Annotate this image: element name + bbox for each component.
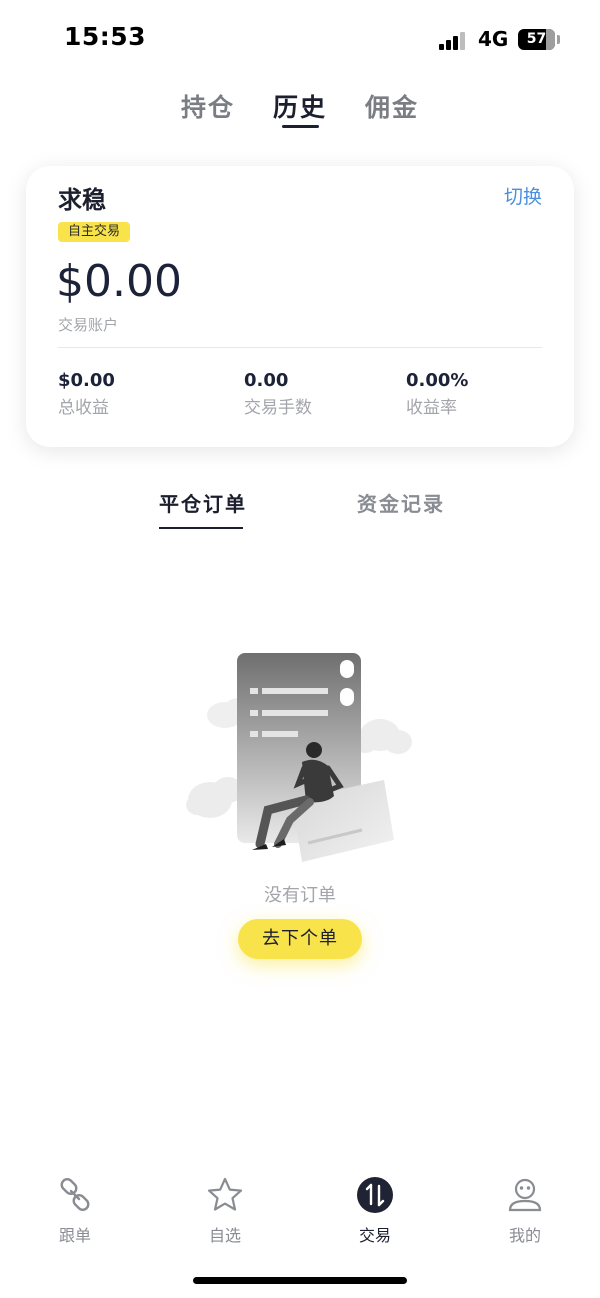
account-balance: $0.00 xyxy=(56,256,182,307)
battery-icon: 57 xyxy=(518,29,555,50)
signal-icon xyxy=(439,30,469,50)
sub-tab-active-indicator xyxy=(159,527,243,529)
bottom-nav: 跟单 自选 交易 我的 xyxy=(0,1168,600,1248)
tab-history[interactable]: 历史 xyxy=(273,88,327,124)
trade-icon xyxy=(357,1177,393,1213)
nav-label: 交易 xyxy=(358,1226,391,1245)
stat-value: $0.00 xyxy=(58,370,115,391)
nav-label: 跟单 xyxy=(58,1226,91,1245)
stat-value: 0.00 xyxy=(244,370,289,391)
tab-closed-orders[interactable]: 平仓订单 xyxy=(159,488,247,517)
empty-message: 没有订单 xyxy=(264,885,336,906)
tab-active-indicator xyxy=(282,125,319,128)
account-name: 求稳 xyxy=(58,186,106,214)
home-indicator xyxy=(193,1277,407,1284)
top-tabs: 持仓 历史 佣金 xyxy=(0,88,600,138)
switch-account-link[interactable]: 切换 xyxy=(504,182,542,209)
profile-icon xyxy=(508,1178,542,1212)
balance-label: 交易账户 xyxy=(58,316,119,334)
stat-value: 0.00% xyxy=(406,370,469,391)
nav-item-copy-trading[interactable]: 跟单 xyxy=(35,1168,115,1246)
nav-label: 自选 xyxy=(208,1226,241,1245)
link-icon xyxy=(60,1178,90,1211)
empty-orders-illustration xyxy=(186,653,412,862)
tab-commission[interactable]: 佣金 xyxy=(365,88,419,124)
status-time: 15:53 xyxy=(64,22,147,51)
network-type: 4G xyxy=(478,27,509,51)
card-divider xyxy=(58,347,542,348)
star-icon xyxy=(207,1177,243,1211)
stat-label: 总收益 xyxy=(58,398,109,418)
tab-fund-records[interactable]: 资金记录 xyxy=(357,488,445,517)
stat-trade-lots: 0.00 交易手数 xyxy=(244,370,312,418)
tab-positions[interactable]: 持仓 xyxy=(181,88,235,124)
battery-level: 57 xyxy=(526,31,547,47)
stat-label: 交易手数 xyxy=(244,398,312,418)
nav-label: 我的 xyxy=(508,1226,541,1245)
nav-item-trade[interactable]: 交易 xyxy=(335,1168,415,1246)
nav-item-profile[interactable]: 我的 xyxy=(485,1168,565,1246)
nav-item-watchlist[interactable]: 自选 xyxy=(185,1168,265,1246)
trading-mode-badge: 自主交易 xyxy=(58,222,131,242)
battery-tip xyxy=(557,35,560,44)
account-card: 求稳 切换 自主交易 $0.00 交易账户 $0.00 总收益 0.00 交易手… xyxy=(26,166,574,447)
place-order-button[interactable]: 去下个单 xyxy=(238,919,362,959)
stat-return-rate: 0.00% 收益率 xyxy=(406,370,468,418)
stat-label: 收益率 xyxy=(406,398,457,418)
stat-total-profit: $0.00 总收益 xyxy=(58,370,115,418)
status-bar: 15:53 4G 57 xyxy=(0,0,600,80)
